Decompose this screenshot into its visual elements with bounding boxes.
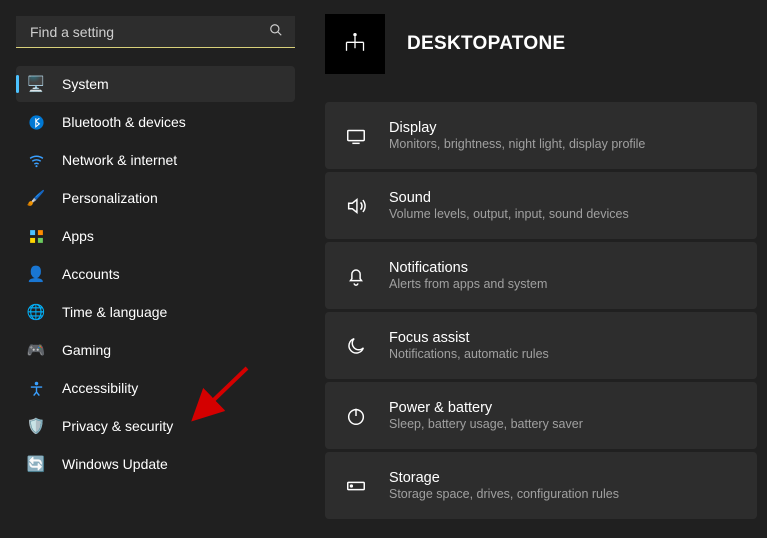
tile-sound[interactable]: SoundVolume levels, output, input, sound… (325, 172, 757, 239)
bell-icon (343, 265, 369, 287)
nav-list: 🖥️ System Bluetooth & devices Network & int… (16, 66, 295, 482)
storage-icon (343, 475, 369, 497)
nav-label: Accessibility (62, 380, 138, 396)
tile-notifications[interactable]: NotificationsAlerts from apps and system (325, 242, 757, 309)
settings-app: 🖥️ System Bluetooth & devices Network & int… (0, 0, 767, 538)
tile-title: Power & battery (389, 400, 583, 416)
settings-tiles: DisplayMonitors, brightness, night light… (325, 102, 757, 519)
tile-title: Focus assist (389, 330, 549, 346)
sidebar: 🖥️ System Bluetooth & devices Network & int… (0, 0, 305, 538)
tile-subtitle: Sleep, battery usage, battery saver (389, 417, 583, 431)
nav-label: Personalization (62, 190, 158, 206)
bt-icon (26, 114, 46, 131)
hostname: DESKTOPATONE (407, 33, 565, 55)
tile-title: Storage (389, 470, 619, 486)
nav-label: Privacy & security (62, 418, 173, 434)
tile-subtitle: Alerts from apps and system (389, 277, 547, 291)
nav-item-gaming[interactable]: 🎮 Gaming (16, 332, 295, 368)
tile-subtitle: Monitors, brightness, night light, displ… (389, 137, 645, 151)
moon-icon (343, 335, 369, 357)
display-icon (343, 125, 369, 147)
main-pane: DESKTOPATONE DisplayMonitors, brightness… (305, 0, 767, 538)
nav-label: Gaming (62, 342, 111, 358)
tile-title: Display (389, 120, 645, 136)
🌐-icon: 🌐 (26, 303, 46, 321)
apps-icon (26, 228, 46, 245)
avatar[interactable] (325, 14, 385, 74)
nav-item-personalization[interactable]: 🖌️ Personalization (16, 180, 295, 216)
nav-item-accounts[interactable]: 👤 Accounts (16, 256, 295, 292)
sound-icon (343, 195, 369, 217)
tile-focus-assist[interactable]: Focus assistNotifications, automatic rul… (325, 312, 757, 379)
tile-power-battery[interactable]: Power & batterySleep, battery usage, bat… (325, 382, 757, 449)
tile-subtitle: Storage space, drives, configuration rul… (389, 487, 619, 501)
🖌️-icon: 🖌️ (26, 189, 46, 207)
nav-item-privacy-security[interactable]: 🛡️ Privacy & security (16, 408, 295, 444)
nav-label: Bluetooth & devices (62, 114, 186, 130)
tile-subtitle: Notifications, automatic rules (389, 347, 549, 361)
tile-storage[interactable]: StorageStorage space, drives, configurat… (325, 452, 757, 519)
acc-icon (26, 380, 46, 397)
search-input[interactable] (28, 23, 269, 41)
tile-display[interactable]: DisplayMonitors, brightness, night light… (325, 102, 757, 169)
nav-label: Windows Update (62, 456, 168, 472)
account-header: DESKTOPATONE (325, 14, 757, 74)
nav-label: Time & language (62, 304, 167, 320)
tile-title: Notifications (389, 260, 547, 276)
nav-item-apps[interactable]: Apps (16, 218, 295, 254)
search-box[interactable] (16, 16, 295, 48)
nav-label: System (62, 76, 109, 92)
search-icon (269, 23, 283, 40)
👤-icon: 👤 (26, 265, 46, 283)
nav-item-bluetooth-devices[interactable]: Bluetooth & devices (16, 104, 295, 140)
nav-item-time-language[interactable]: 🌐 Time & language (16, 294, 295, 330)
nav-label: Network & internet (62, 152, 177, 168)
🖥️-icon: 🖥️ (26, 75, 46, 93)
nav-item-network-internet[interactable]: Network & internet (16, 142, 295, 178)
🛡️-icon: 🛡️ (26, 417, 46, 435)
nav-label: Apps (62, 228, 94, 244)
🎮-icon: 🎮 (26, 341, 46, 359)
nav-item-system[interactable]: 🖥️ System (16, 66, 295, 102)
nav-item-windows-update[interactable]: 🔄 Windows Update (16, 446, 295, 482)
wifi-icon (26, 152, 46, 169)
🔄-icon: 🔄 (26, 455, 46, 473)
nav-label: Accounts (62, 266, 120, 282)
power-icon (343, 405, 369, 427)
tile-title: Sound (389, 190, 629, 206)
nav-item-accessibility[interactable]: Accessibility (16, 370, 295, 406)
tile-subtitle: Volume levels, output, input, sound devi… (389, 207, 629, 221)
